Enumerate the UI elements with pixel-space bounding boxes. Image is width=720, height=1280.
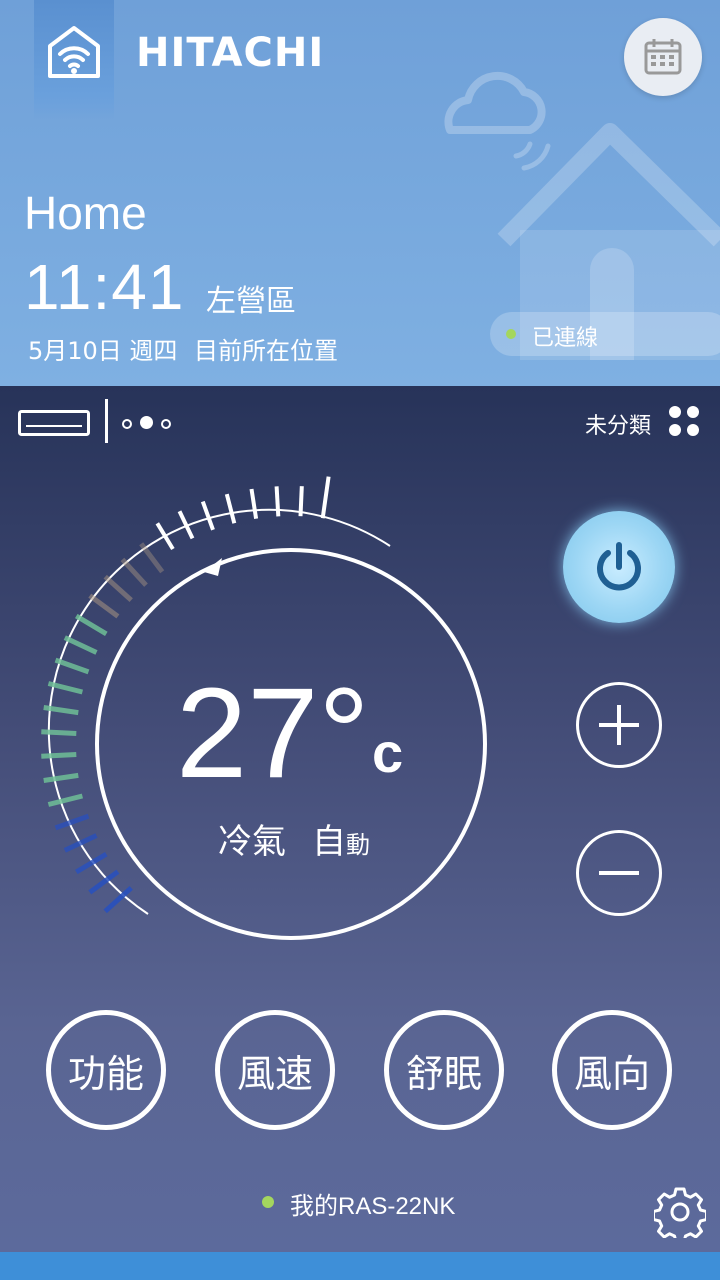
ac-unit-icon[interactable] bbox=[18, 410, 90, 436]
temperature-down-button[interactable] bbox=[576, 830, 662, 916]
temperature-value: 27° bbox=[176, 662, 370, 805]
brand-logo: HITACHI bbox=[136, 30, 325, 76]
sleep-button[interactable]: 舒眠 bbox=[384, 1010, 504, 1130]
connection-status-pill bbox=[490, 312, 720, 356]
dial-tick bbox=[63, 635, 98, 655]
current-time: 11:41 bbox=[24, 251, 185, 323]
dial-tick bbox=[54, 657, 90, 675]
dial-tick bbox=[75, 851, 108, 875]
plus-icon bbox=[599, 705, 639, 745]
ac-mode: 冷氣 bbox=[218, 822, 286, 862]
date-label: 5月10日 週四 bbox=[28, 337, 178, 365]
fan-mode-main: 自 bbox=[312, 822, 346, 862]
dial-pointer-icon bbox=[204, 558, 222, 576]
fan-direction-button[interactable]: 風向 bbox=[552, 1010, 672, 1130]
dial-tick bbox=[224, 493, 237, 524]
temperature-unit: c bbox=[372, 721, 404, 784]
dial-tick bbox=[47, 793, 84, 807]
dial-tick bbox=[200, 500, 215, 531]
gear-icon[interactable] bbox=[654, 1186, 706, 1238]
fan-mode-small: 動 bbox=[346, 831, 370, 859]
page-indicator[interactable] bbox=[122, 414, 179, 433]
dial-tick bbox=[88, 593, 120, 619]
dial-tick bbox=[43, 772, 79, 783]
category-label[interactable]: 未分類 bbox=[585, 408, 651, 440]
dial-tick bbox=[320, 476, 331, 519]
location-label: 目前所在位置 bbox=[194, 337, 338, 365]
function-button[interactable]: 功能 bbox=[46, 1010, 166, 1130]
page-dot-active[interactable] bbox=[140, 416, 153, 429]
divider bbox=[105, 399, 108, 443]
dial-tick bbox=[75, 613, 108, 637]
temperature-up-button[interactable] bbox=[576, 682, 662, 768]
dial-tick bbox=[41, 752, 77, 759]
connection-dot-icon bbox=[506, 329, 516, 339]
page-dot[interactable] bbox=[122, 419, 132, 429]
page-title: Home bbox=[24, 187, 147, 239]
district-label: 左營區 bbox=[206, 284, 296, 319]
minus-icon bbox=[599, 871, 639, 875]
dial-tick bbox=[54, 813, 90, 831]
device-status-dot-icon bbox=[262, 1196, 274, 1208]
dial-tick bbox=[120, 557, 148, 587]
power-icon bbox=[597, 542, 641, 591]
page-dot[interactable] bbox=[161, 419, 171, 429]
grid-icon[interactable] bbox=[668, 405, 700, 437]
dial-tick bbox=[298, 486, 304, 517]
dial-tick bbox=[103, 574, 133, 602]
dial-tick bbox=[274, 486, 281, 517]
header: HITACHI Home 11:41 左營區 5月10日 週四 目前所在位置 已… bbox=[0, 0, 720, 386]
power-button[interactable] bbox=[563, 511, 675, 623]
dial-tick bbox=[139, 542, 165, 574]
fan-speed-button[interactable]: 風速 bbox=[215, 1010, 335, 1130]
device-name[interactable]: 我的RAS-22NK bbox=[290, 1186, 455, 1221]
dial-tick bbox=[63, 833, 98, 853]
connection-status: 已連線 bbox=[532, 326, 599, 351]
dial-tick bbox=[41, 729, 77, 736]
bottom-bar bbox=[0, 1252, 720, 1280]
wifi-home-icon bbox=[48, 26, 100, 78]
dial-tick bbox=[249, 488, 259, 520]
dial-tick bbox=[155, 522, 175, 551]
fan-mode: 自動 bbox=[312, 814, 370, 863]
